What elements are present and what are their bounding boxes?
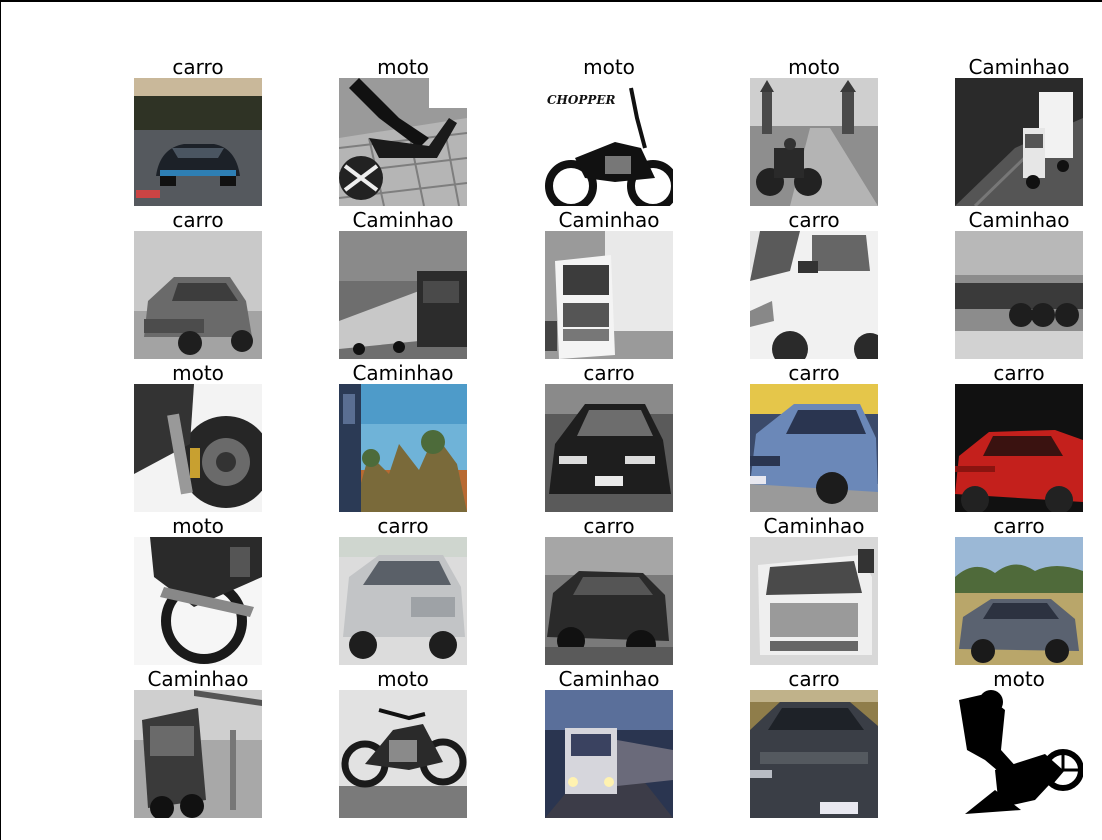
image-label: moto: [993, 667, 1045, 691]
car-photo: [134, 78, 262, 206]
car-photo: [955, 537, 1083, 665]
truck-photo: [545, 690, 673, 818]
motorcycle-photo: [750, 78, 878, 206]
truck-photo: [750, 537, 878, 665]
image-label: Caminhao: [558, 208, 660, 232]
image-label: carro: [993, 514, 1045, 538]
image-label: moto: [583, 55, 635, 79]
car-photo: [545, 537, 673, 665]
truck-photo: [339, 384, 467, 512]
image-label: carro: [993, 361, 1045, 385]
image-label: carro: [172, 55, 224, 79]
image-grid: carro moto moto CHOPPER moto Caminhao ca…: [0, 0, 1102, 840]
motorcycle-photo: [339, 78, 467, 206]
image-label: carro: [788, 361, 840, 385]
image-label: carro: [788, 208, 840, 232]
motorcycle-photo: [134, 384, 262, 512]
image-label: Caminhao: [352, 361, 454, 385]
car-photo: [545, 384, 673, 512]
car-photo: [750, 690, 878, 818]
car-photo: [750, 384, 878, 512]
image-label: carro: [788, 667, 840, 691]
image-label: moto: [377, 667, 429, 691]
motorcycle-photo: CHOPPER: [545, 78, 673, 206]
image-label: Caminhao: [352, 208, 454, 232]
image-label: carro: [583, 514, 635, 538]
image-label: carro: [172, 208, 224, 232]
car-photo: [750, 231, 878, 359]
image-label: Caminhao: [558, 667, 660, 691]
car-photo: [339, 537, 467, 665]
image-label: Caminhao: [763, 514, 865, 538]
motorcycle-photo: [339, 690, 467, 818]
image-label: moto: [788, 55, 840, 79]
image-label: Caminhao: [147, 667, 249, 691]
truck-photo: [955, 231, 1083, 359]
truck-photo: [545, 231, 673, 359]
image-label: moto: [377, 55, 429, 79]
svg-text:CHOPPER: CHOPPER: [547, 93, 616, 107]
truck-photo: [134, 690, 262, 818]
image-label: moto: [172, 514, 224, 538]
truck-photo: [339, 231, 467, 359]
image-label: carro: [583, 361, 635, 385]
image-label: carro: [377, 514, 429, 538]
truck-photo: [955, 78, 1083, 206]
image-label: Caminhao: [968, 55, 1070, 79]
image-label: moto: [172, 361, 224, 385]
motorcycle-photo: [134, 537, 262, 665]
car-photo: [134, 231, 262, 359]
image-label: Caminhao: [968, 208, 1070, 232]
car-photo: [955, 384, 1083, 512]
motorcycle-silhouette: [955, 690, 1083, 818]
